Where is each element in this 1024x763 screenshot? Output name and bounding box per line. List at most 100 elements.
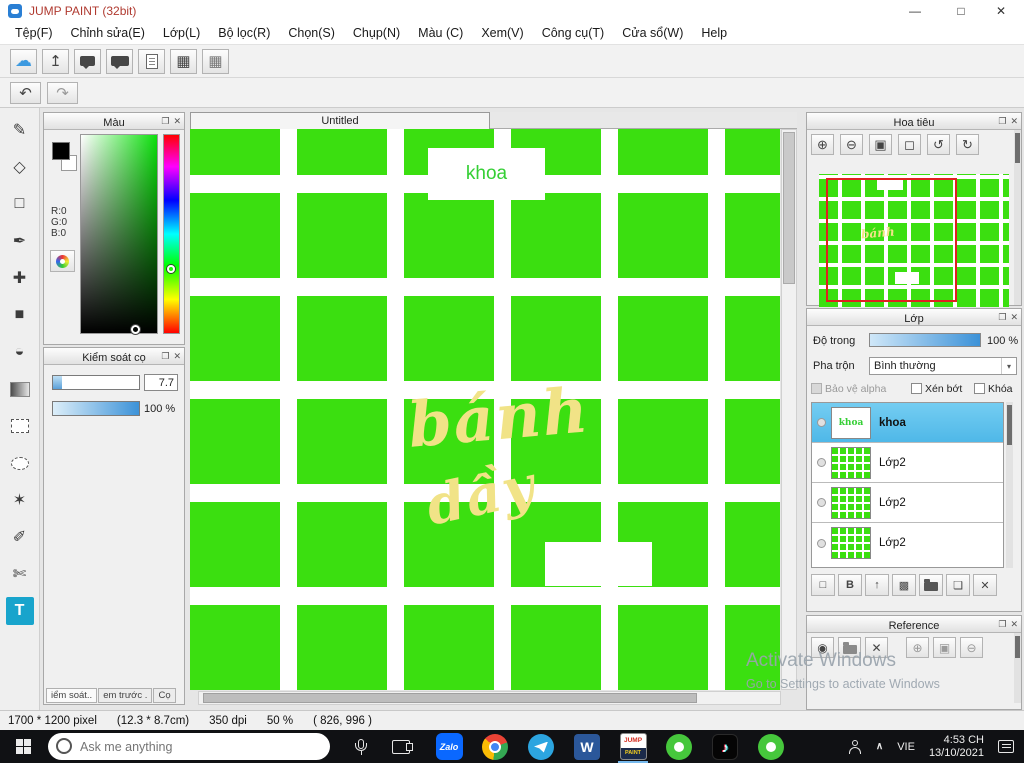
panel-close-icon[interactable]: ✕ <box>1010 312 1018 323</box>
transparency-button[interactable]: ▩ <box>892 574 916 596</box>
actual-size-button[interactable]: ◻ <box>898 134 921 155</box>
reset-rotation-button[interactable]: ↻ <box>956 134 979 155</box>
canvas-tab-untitled[interactable]: Untitled <box>190 112 490 129</box>
text-tool[interactable]: T <box>5 597 34 625</box>
zoom-out-button[interactable]: ⊖ <box>840 134 863 155</box>
popout-icon[interactable]: ❐ <box>161 116 169 127</box>
vertical-scroll-thumb[interactable] <box>783 132 795 284</box>
layer-row-lop2-c[interactable]: Lớp2 <box>812 523 1003 563</box>
layer-visibility-dot[interactable] <box>817 458 826 467</box>
move-tool[interactable]: ✚ <box>6 264 34 292</box>
menu-edit[interactable]: Chỉnh sửa(E) <box>62 26 154 40</box>
menu-color[interactable]: Màu (C) <box>409 26 472 40</box>
layer-visibility-dot[interactable] <box>817 538 826 548</box>
sv-marker[interactable] <box>131 325 140 334</box>
move-layer-up-button[interactable]: ↑ <box>865 574 889 596</box>
lock-checkbox[interactable] <box>974 383 985 394</box>
brush-size-value[interactable]: 7.7 <box>144 374 178 391</box>
fill-shape-tool[interactable]: ■ <box>6 301 34 329</box>
tab-brush-control[interactable]: iểm soát.. <box>46 688 98 703</box>
reference-zoom-out-button[interactable]: ⊖ <box>960 637 983 658</box>
canvas-horizontal-scrollbar[interactable] <box>198 691 781 705</box>
people-icon[interactable] <box>848 739 862 754</box>
select-pen-tool[interactable]: ✐ <box>6 523 34 551</box>
panel-close-icon[interactable]: ✕ <box>1010 116 1018 127</box>
taskbar-green-app-1[interactable] <box>656 730 702 763</box>
clipping-option[interactable]: Xén bớt <box>911 383 962 395</box>
panel-close-icon[interactable]: ✕ <box>173 351 181 362</box>
microphone-button[interactable] <box>330 730 370 763</box>
taskbar-tiktok[interactable]: ♪ <box>702 730 748 763</box>
reference-open-button[interactable] <box>838 637 861 658</box>
start-button[interactable] <box>0 730 46 763</box>
popout-icon[interactable]: ❐ <box>161 351 169 362</box>
brush-size-slider[interactable] <box>52 375 140 390</box>
language-indicator[interactable]: VIE <box>897 741 915 753</box>
navigator-scroll-thumb[interactable] <box>1015 133 1020 163</box>
eraser-tool[interactable]: ◇ <box>6 153 34 181</box>
taskbar-word[interactable]: W <box>564 730 610 763</box>
menu-select[interactable]: Chọn(S) <box>279 26 344 40</box>
popout-icon[interactable]: ❐ <box>998 619 1006 630</box>
menu-filter[interactable]: Bộ lọc(R) <box>209 26 279 40</box>
reference-fit-button[interactable]: ▣ <box>933 637 956 658</box>
control-pen-tool[interactable]: ✒ <box>6 227 34 255</box>
clock[interactable]: 4:53 CH 13/10/2021 <box>929 734 984 759</box>
cloud-button[interactable]: ☁ <box>10 48 37 74</box>
reference-scroll-thumb[interactable] <box>1015 636 1020 658</box>
hue-slider[interactable] <box>163 134 180 334</box>
page-list-button[interactable]: ▦ <box>170 48 197 74</box>
navigator-scrollbar[interactable] <box>1014 130 1021 305</box>
cortana-search[interactable] <box>48 733 330 760</box>
taskbar-chrome[interactable] <box>472 730 518 763</box>
select-rectangle-tool[interactable] <box>6 412 34 440</box>
tab-brush[interactable]: Cọ <box>153 688 176 703</box>
task-view-button[interactable] <box>370 730 413 763</box>
tab-brush-preview[interactable]: em trước . <box>98 688 153 703</box>
alpha-protect-option[interactable]: Bảo vệ alpha <box>811 383 886 395</box>
layer-visibility-dot[interactable] <box>817 418 826 427</box>
popout-icon[interactable]: ❐ <box>998 116 1006 127</box>
alpha-protect-checkbox[interactable] <box>811 383 822 394</box>
taskbar-zalo[interactable]: Zalo <box>426 730 472 763</box>
magic-wand-tool[interactable]: ✶ <box>6 486 34 514</box>
taskbar-telegram[interactable] <box>518 730 564 763</box>
add-8bit-layer-button[interactable]: B <box>838 574 862 596</box>
delete-layer-button[interactable]: ✕ <box>973 574 997 596</box>
menu-layer[interactable]: Lớp(L) <box>154 26 209 40</box>
rotate-left-button[interactable]: ↺ <box>927 134 950 155</box>
reference-clear-button[interactable]: ✕ <box>865 637 888 658</box>
add-layer-button[interactable]: □ <box>811 574 835 596</box>
minimize-button[interactable]: — <box>898 0 932 22</box>
saturation-value-picker[interactable] <box>80 134 158 334</box>
close-button[interactable]: ✕ <box>984 0 1018 22</box>
bucket-tool[interactable]: ◒ <box>6 338 34 366</box>
hue-marker[interactable] <box>167 265 175 273</box>
horizontal-scroll-thumb[interactable] <box>203 693 697 703</box>
new-page-button[interactable] <box>138 48 165 74</box>
layer-row-lop2-a[interactable]: Lớp2 <box>812 443 1003 483</box>
redo-button[interactable]: ↷ <box>47 81 78 104</box>
menu-file[interactable]: Tệp(F) <box>6 26 62 40</box>
comment-button[interactable] <box>74 48 101 74</box>
layer-list-scrollbar[interactable] <box>1006 402 1013 568</box>
reference-zoom-in-button[interactable]: ⊕ <box>906 637 929 658</box>
maximize-button[interactable]: □ <box>944 0 978 22</box>
lasso-tool[interactable] <box>6 449 34 477</box>
canvas-vertical-scrollbar[interactable] <box>781 129 797 690</box>
layer-row-khoa[interactable]: khoa khoa <box>812 403 1003 443</box>
notification-center-icon[interactable] <box>998 740 1014 753</box>
fit-view-button[interactable]: ▣ <box>869 134 892 155</box>
layer-visibility-dot[interactable] <box>817 498 826 507</box>
palette-button[interactable] <box>50 250 75 272</box>
shape-tool[interactable]: □ <box>6 190 34 218</box>
brush-opacity-slider[interactable] <box>52 401 140 416</box>
panel-close-icon[interactable]: ✕ <box>173 116 181 127</box>
reference-scrollbar[interactable] <box>1014 633 1021 703</box>
menu-snap[interactable]: Chụp(N) <box>344 26 409 40</box>
menu-help[interactable]: Help <box>692 26 736 40</box>
popout-icon[interactable]: ❐ <box>998 312 1006 323</box>
duplicate-layer-button[interactable]: ❏ <box>946 574 970 596</box>
gradient-tool[interactable] <box>6 375 34 403</box>
navigator-thumbnail[interactable]: bánh <box>819 174 1009 307</box>
